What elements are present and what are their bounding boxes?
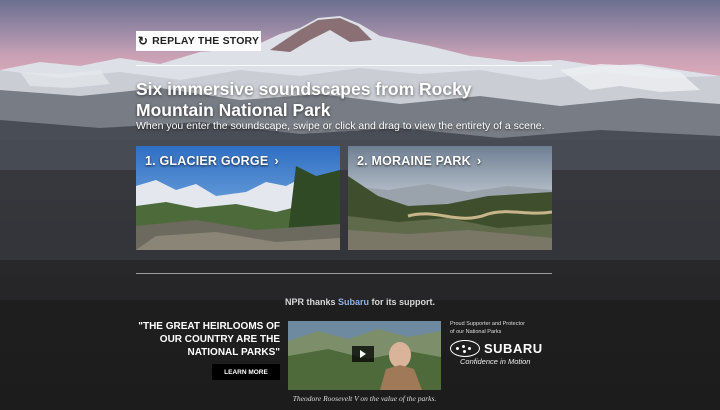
replay-story-button[interactable]: ↻ REPLAY THE STORY xyxy=(136,31,261,51)
video-caption: Theodore Roosevelt V on the value of the… xyxy=(292,394,437,403)
replay-story-label: REPLAY THE STORY xyxy=(152,35,260,47)
replay-icon: ↻ xyxy=(137,34,149,48)
chevron-right-icon: › xyxy=(274,153,279,168)
thanks-prefix: NPR thanks xyxy=(284,297,338,307)
top-divider xyxy=(136,65,552,66)
scene-1-title: 1. GLACIER GORGE xyxy=(145,153,269,168)
instructions-text: When you enter the soundscape, swipe or … xyxy=(136,120,545,132)
sponsor-thanks: NPR thanks Subaru for its support. xyxy=(0,297,720,307)
subaru-stars-icon xyxy=(450,340,480,357)
sponsor-link[interactable]: Subaru xyxy=(338,297,369,307)
learn-more-button[interactable]: LEARN MORE xyxy=(212,364,280,380)
scene-card-moraine-park[interactable]: 2. MORAINE PARK › xyxy=(348,146,552,250)
sponsor-statement: Proud Supporter and Protector of our Nat… xyxy=(450,320,560,336)
scene-2-label: 2. MORAINE PARK › xyxy=(357,153,481,168)
play-icon[interactable] xyxy=(352,346,374,362)
bottom-divider xyxy=(136,273,552,274)
subaru-tagline: Confidence in Motion xyxy=(460,357,531,366)
scene-2-title: 2. MORAINE PARK xyxy=(357,153,471,168)
chevron-right-icon: › xyxy=(476,153,482,168)
scene-card-glacier-gorge[interactable]: 1. GLACIER GORGE › xyxy=(136,146,340,250)
sponsor-quote: "THE GREAT HEIRLOOMS OF OUR COUNTRY ARE … xyxy=(138,321,280,358)
proud-line-2: of our National Parks xyxy=(450,329,502,335)
proud-line-1: Proud Supporter and Protector xyxy=(450,321,525,327)
subaru-logo[interactable]: SUBARU xyxy=(450,340,543,357)
subaru-brand: SUBARU xyxy=(484,341,543,356)
thanks-suffix: for its support. xyxy=(369,297,436,307)
page-title: Six immersive soundscapes from Rocky Mou… xyxy=(136,79,472,120)
sponsor-video[interactable] xyxy=(288,321,441,390)
scene-1-label: 1. GLACIER GORGE › xyxy=(145,153,279,168)
